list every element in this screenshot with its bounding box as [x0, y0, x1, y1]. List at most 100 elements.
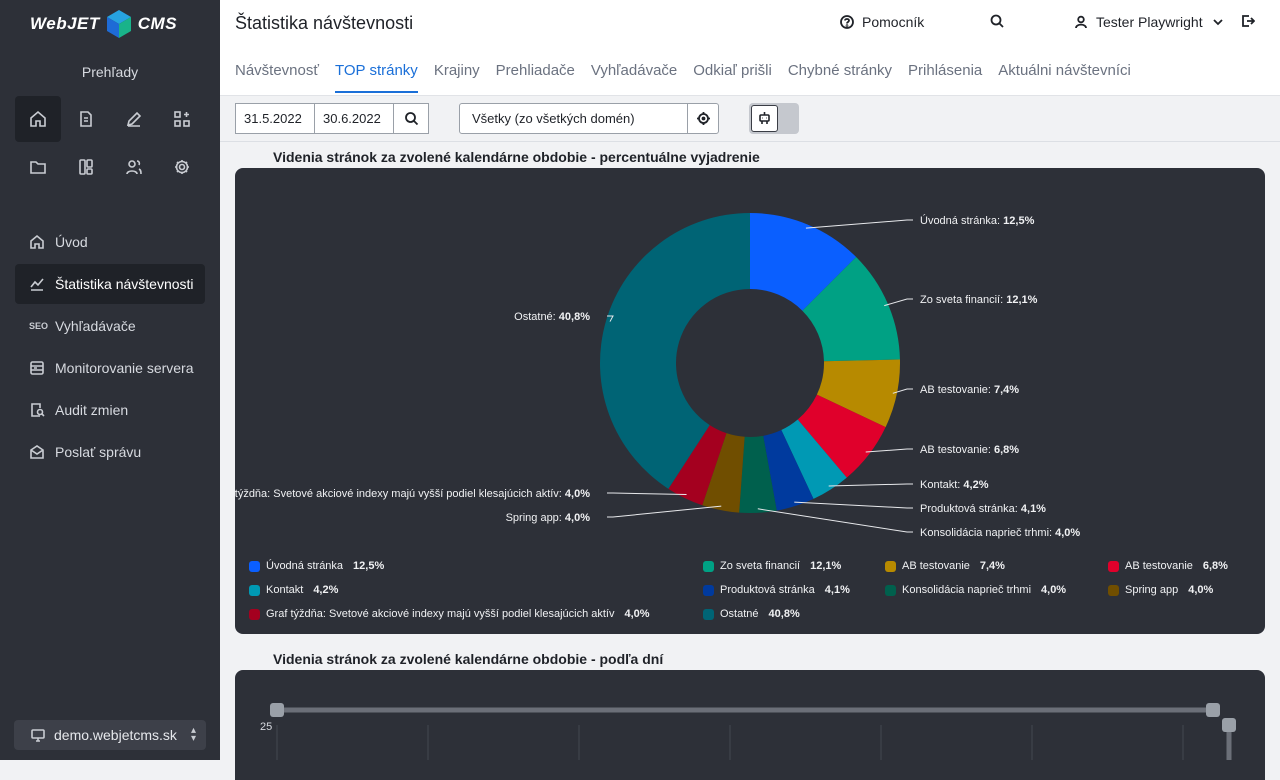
- help-button[interactable]: Pomocník: [840, 14, 924, 30]
- search-button[interactable]: [990, 14, 1004, 28]
- legend-swatch: [885, 560, 896, 572]
- legend-value: 4,0%: [1188, 584, 1214, 596]
- legend-item[interactable]: AB testovanie 7,4%: [885, 560, 1005, 572]
- folder-icon: [30, 161, 46, 174]
- pie-chart-title: Videnia stránok za zvolené kalendárne ob…: [273, 149, 760, 165]
- legend-item[interactable]: Graf týždňa: Svetové akciové indexy majú…: [249, 608, 650, 620]
- help-label: Pomocník: [862, 14, 925, 30]
- sidebar-item-poslat-spravu[interactable]: Poslať správu: [15, 432, 205, 472]
- sidebar-item-uvod[interactable]: Úvod: [15, 222, 205, 262]
- home-icon: [30, 234, 44, 249]
- legend-item[interactable]: Ostatné 40,8%: [703, 608, 800, 620]
- bot-filter-toggle[interactable]: [749, 103, 799, 134]
- pages-icon-button[interactable]: [63, 96, 109, 142]
- sidebar: WebJET CMS Prehľady Úvod Štatistika návš…: [0, 0, 220, 760]
- top-bar: Štatistika návštevnosti Pomocník Tester …: [220, 0, 1280, 96]
- question-circle-icon: [840, 15, 854, 29]
- domain-label: demo.webjetcms.sk: [54, 727, 177, 743]
- server-icon: [30, 361, 44, 375]
- legend-item[interactable]: Spring app 4,0%: [1108, 584, 1213, 596]
- pie-label-leader-line: [607, 505, 722, 518]
- legend-item[interactable]: Úvodná stránka 12,5%: [249, 560, 384, 572]
- tab-vyhladavace[interactable]: Vyhľadávače: [591, 62, 677, 93]
- pie-slice-label: AB testovanie: 6,8%: [920, 444, 1019, 456]
- pencil-icon: [126, 111, 142, 127]
- user-name: Tester Playwright: [1096, 14, 1203, 30]
- webjet-logo[interactable]: WebJET CMS: [30, 8, 177, 40]
- tab-navstevnost[interactable]: Návštevnosť: [235, 62, 319, 93]
- legend-item[interactable]: Konsolidácia naprieč trhmi 4,0%: [885, 584, 1066, 596]
- tab-aktualni-navstevnici[interactable]: Aktuálni návštevníci: [998, 62, 1131, 93]
- files-icon-button[interactable]: [15, 144, 61, 190]
- date-to-input[interactable]: 30.6.2022: [314, 103, 394, 134]
- pie-chart-card: Úvodná stránka: 12,5% Zo sveta financií: …: [235, 168, 1265, 634]
- logout-button[interactable]: [1241, 14, 1255, 28]
- pie-slice-label: Produktová stránka: 4,1%: [920, 503, 1046, 515]
- home-icon-button[interactable]: [15, 96, 61, 142]
- date-from-input[interactable]: 31.5.2022: [235, 103, 315, 134]
- domain-filter-target-button[interactable]: [687, 103, 719, 134]
- legend-label: AB testovanie: [1125, 560, 1193, 572]
- legend-label: Konsolidácia naprieč trhmi: [902, 584, 1032, 596]
- legend-item[interactable]: Kontakt 4,2%: [249, 584, 338, 596]
- tab-bar: Návštevnosť TOP stránky Krajiny Prehliad…: [235, 62, 1131, 93]
- legend-swatch: [703, 560, 714, 572]
- legend-swatch: [703, 608, 714, 620]
- legend-value: 4,0%: [624, 608, 650, 620]
- pie-slice-label: AB testovanie: 7,4%: [920, 384, 1019, 396]
- line-chart-title: Videnia stránok za zvolené kalendárne ob…: [273, 651, 664, 667]
- domain-selector[interactable]: demo.webjetcms.sk ▴ ▾: [14, 720, 206, 750]
- edit-icon-button[interactable]: [111, 96, 157, 142]
- sidebar-item-label: Štatistika návštevnosti: [55, 276, 194, 292]
- apps-icon-button[interactable]: [159, 96, 205, 142]
- tab-top-stranky[interactable]: TOP stránky: [335, 62, 418, 93]
- legend-item[interactable]: AB testovanie 6,8%: [1108, 560, 1228, 572]
- legend-label: Produktová stránka: [720, 584, 815, 596]
- sidebar-item-monitorovanie[interactable]: Monitorovanie servera: [15, 348, 205, 388]
- filter-bar: 31.5.2022 30.6.2022 Všetky (zo všetkých …: [220, 96, 1280, 142]
- chevron-down-icon: [1212, 19, 1223, 26]
- donut-chart: Úvodná stránka: 12,5% Zo sveta financií: …: [235, 213, 1080, 539]
- sidebar-item-label: Vyhľadávače: [55, 318, 136, 334]
- range-slider-left-handle[interactable]: [270, 703, 284, 717]
- pie-label-leader-line: [884, 298, 913, 307]
- settings-icon-button[interactable]: [159, 144, 205, 190]
- cube-logo-icon: [106, 10, 131, 38]
- sidebar-item-audit[interactable]: Audit zmien: [15, 390, 205, 430]
- legend-swatch: [249, 560, 260, 572]
- users-icon-button[interactable]: [111, 144, 157, 190]
- logo-text-right: CMS: [137, 14, 178, 33]
- date-from-value: 31.5.2022: [244, 111, 302, 126]
- legend-swatch: [249, 584, 260, 596]
- tab-prehliadace[interactable]: Prehliadače: [496, 62, 575, 93]
- legend-value: 4,1%: [824, 584, 850, 596]
- legend-item[interactable]: Zo sveta financií 12,1%: [703, 560, 841, 572]
- sidebar-item-vyhladavace[interactable]: SEO Vyhľadávače: [15, 306, 205, 346]
- domain-filter-select[interactable]: Všetky (zo všetkých domén): [459, 103, 689, 134]
- pie-slice-label: Spring app: 4,0%: [506, 512, 591, 524]
- pie-label-leader-line: [757, 508, 913, 533]
- tab-prihlasenia[interactable]: Prihlásenia: [908, 62, 982, 93]
- legend-swatch: [703, 584, 714, 596]
- components-icon-button[interactable]: [63, 144, 109, 190]
- search-icon: [404, 112, 418, 126]
- user-menu[interactable]: Tester Playwright: [1074, 14, 1225, 30]
- vertical-slider-handle[interactable]: [1222, 718, 1236, 732]
- pie-slice-label: Ostatné: 40,8%: [514, 311, 590, 323]
- tab-chybne-stranky[interactable]: Chybné stránky: [788, 62, 892, 93]
- legend-label: Úvodná stránka: [266, 560, 344, 572]
- monitor-icon: [31, 729, 45, 742]
- legend-value: 40,8%: [768, 608, 800, 620]
- tab-odkial-prisli[interactable]: Odkiaľ prišli: [693, 62, 772, 93]
- legend-label: Graf týždňa: Svetové akciové indexy majú…: [266, 608, 615, 620]
- pie-slice-label: Zo sveta financií: 12,1%: [920, 294, 1038, 306]
- date-search-button[interactable]: [393, 103, 429, 134]
- chart-line-icon: [30, 278, 44, 291]
- range-slider-right-handle[interactable]: [1206, 703, 1220, 717]
- tab-krajiny[interactable]: Krajiny: [434, 62, 480, 93]
- legend-label: Zo sveta financií: [720, 560, 801, 572]
- legend-item[interactable]: Produktová stránka 4,1%: [703, 584, 850, 596]
- legend-swatch: [1108, 560, 1119, 572]
- sidebar-item-statistika[interactable]: Štatistika návštevnosti: [15, 264, 205, 304]
- pie-slice-label: Konsolidácia naprieč trhmi: 4,0%: [920, 527, 1080, 539]
